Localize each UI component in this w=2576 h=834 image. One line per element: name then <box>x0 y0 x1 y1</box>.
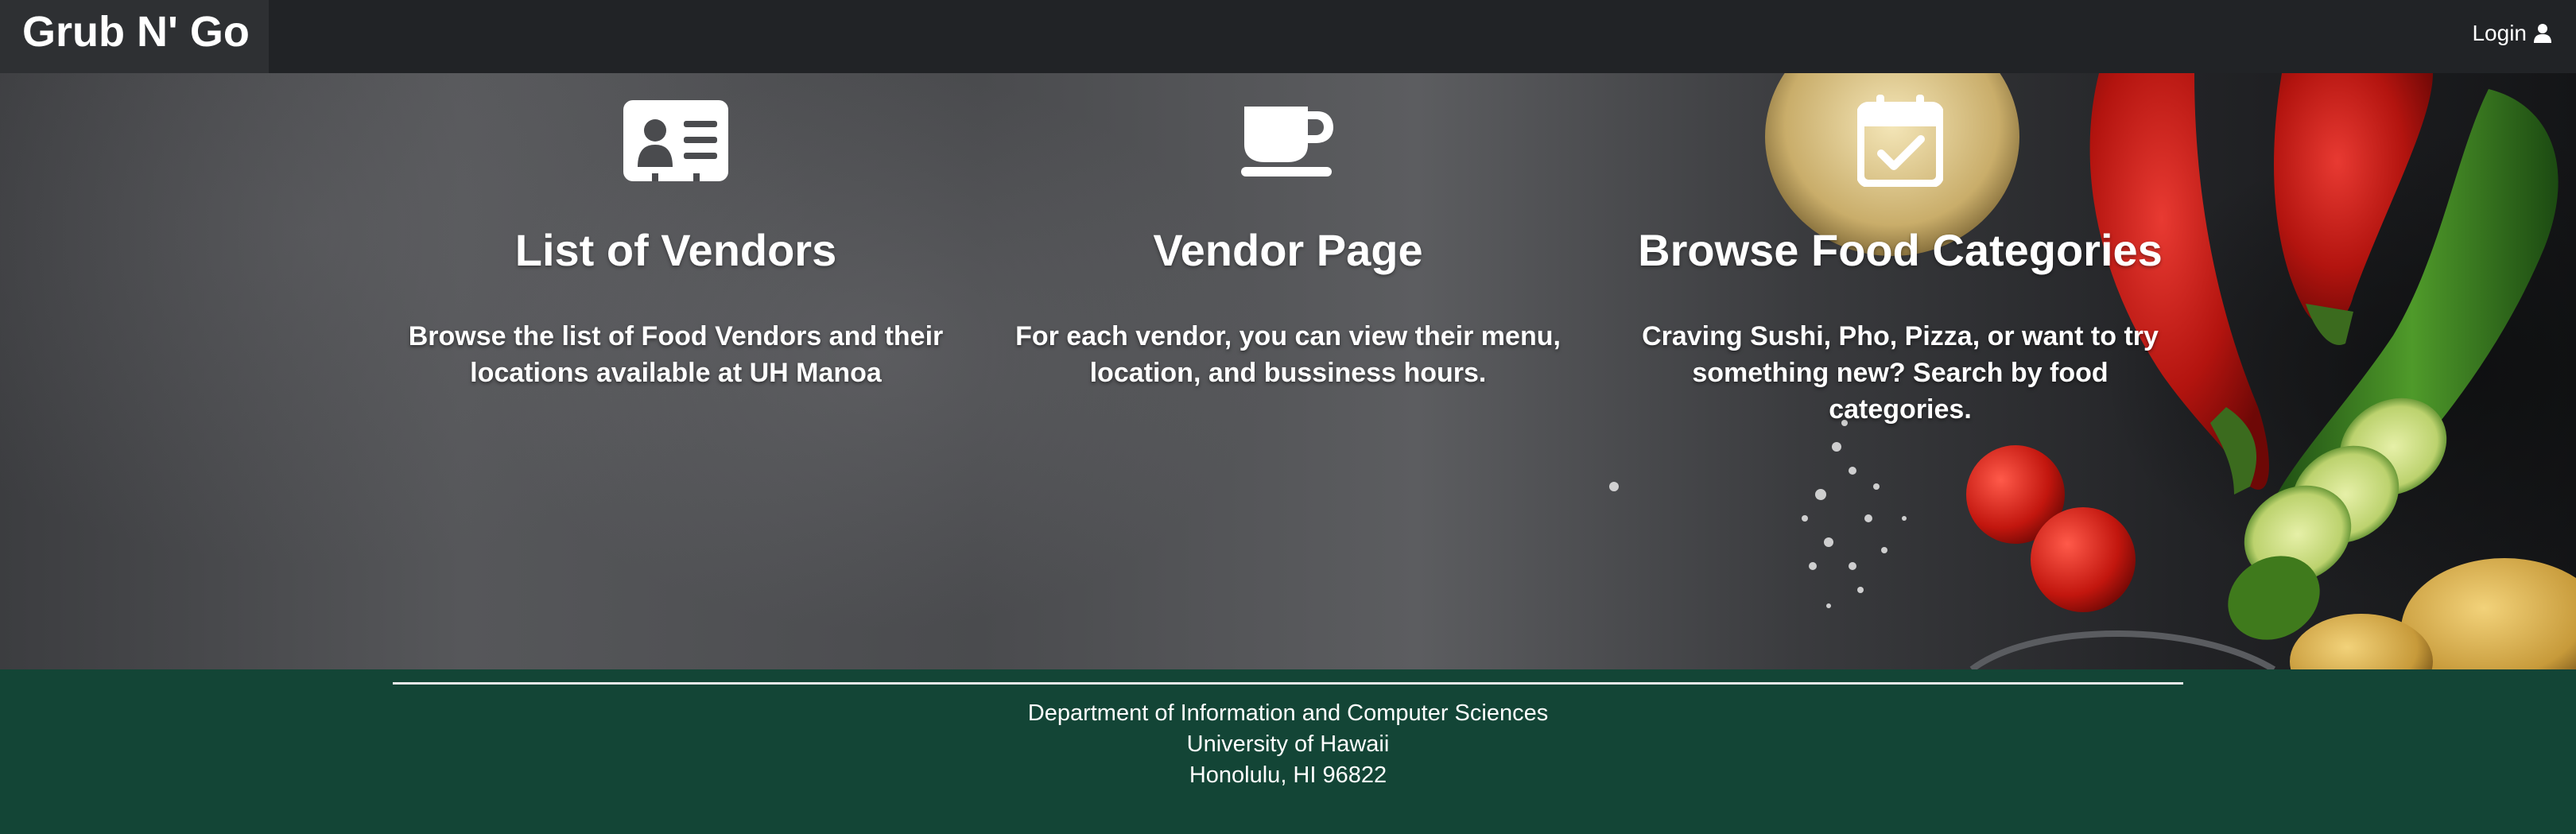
feature-description: Craving Sushi, Pho, Pizza, or want to tr… <box>1642 321 2159 425</box>
footer-divider <box>393 682 2183 685</box>
feature-description: Browse the list of Food Vendors and thei… <box>408 321 944 388</box>
feature-description: For each vendor, you can view their menu… <box>1015 321 1561 388</box>
feature-title: Browse Food Categories <box>1638 225 2163 275</box>
address-card-icon <box>620 97 731 184</box>
feature-title: Vendor Page <box>1153 225 1423 275</box>
coffee-cup-icon <box>1232 97 1344 184</box>
feature-title: List of Vendors <box>514 225 837 275</box>
footer-department: Department of Information and Computer S… <box>1027 700 1549 726</box>
user-icon <box>2534 24 2551 43</box>
brand-logo[interactable]: Grub N' Go <box>0 0 269 73</box>
login-label: Login <box>2472 21 2527 45</box>
navbar: Grub N' Go Login <box>0 0 2576 73</box>
footer-city: Honolulu, HI 96822 <box>1189 762 1387 788</box>
login-link[interactable]: Login <box>2472 17 2552 49</box>
footer: Department of Information and Computer S… <box>0 669 2576 834</box>
footer-university: University of Hawaii <box>1186 731 1390 757</box>
footer-address: Department of Information and Computer S… <box>0 698 2576 791</box>
hero-section: List of Vendors Browse the list of Food … <box>0 73 2576 669</box>
calendar-check-icon <box>1845 95 1956 187</box>
